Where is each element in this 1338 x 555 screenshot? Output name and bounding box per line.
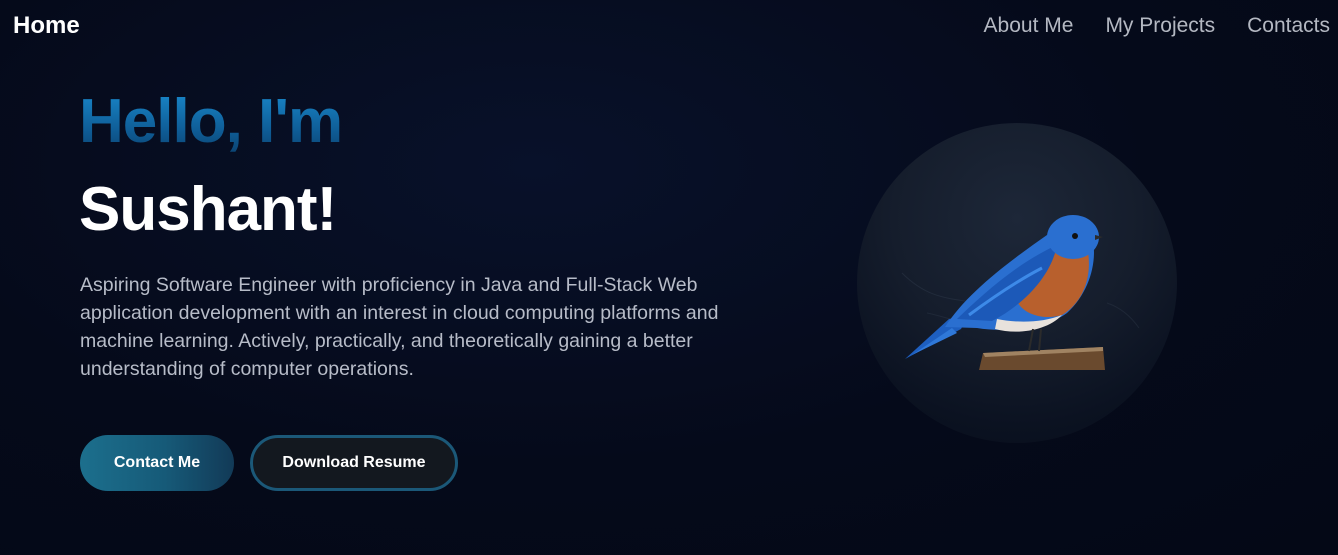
nav-home-link[interactable]: Home (13, 12, 80, 40)
contact-me-button[interactable]: Contact Me (80, 435, 234, 491)
download-resume-button[interactable]: Download Resume (250, 435, 458, 491)
hero-greeting: Hello, I'm (79, 87, 343, 156)
avatar (857, 123, 1177, 443)
top-nav: About Me My Projects Contacts (984, 14, 1330, 38)
hero-name: Sushant! (79, 175, 337, 244)
nav-link-about-me[interactable]: About Me (984, 14, 1074, 38)
bluebird-icon (901, 215, 1140, 370)
hero-description: Aspiring Software Engineer with proficie… (80, 274, 719, 380)
nav-link-my-projects[interactable]: My Projects (1105, 14, 1215, 38)
nav-link-contacts[interactable]: Contacts (1247, 14, 1330, 38)
page: Home About Me My Projects Contacts Hello… (0, 0, 1338, 555)
